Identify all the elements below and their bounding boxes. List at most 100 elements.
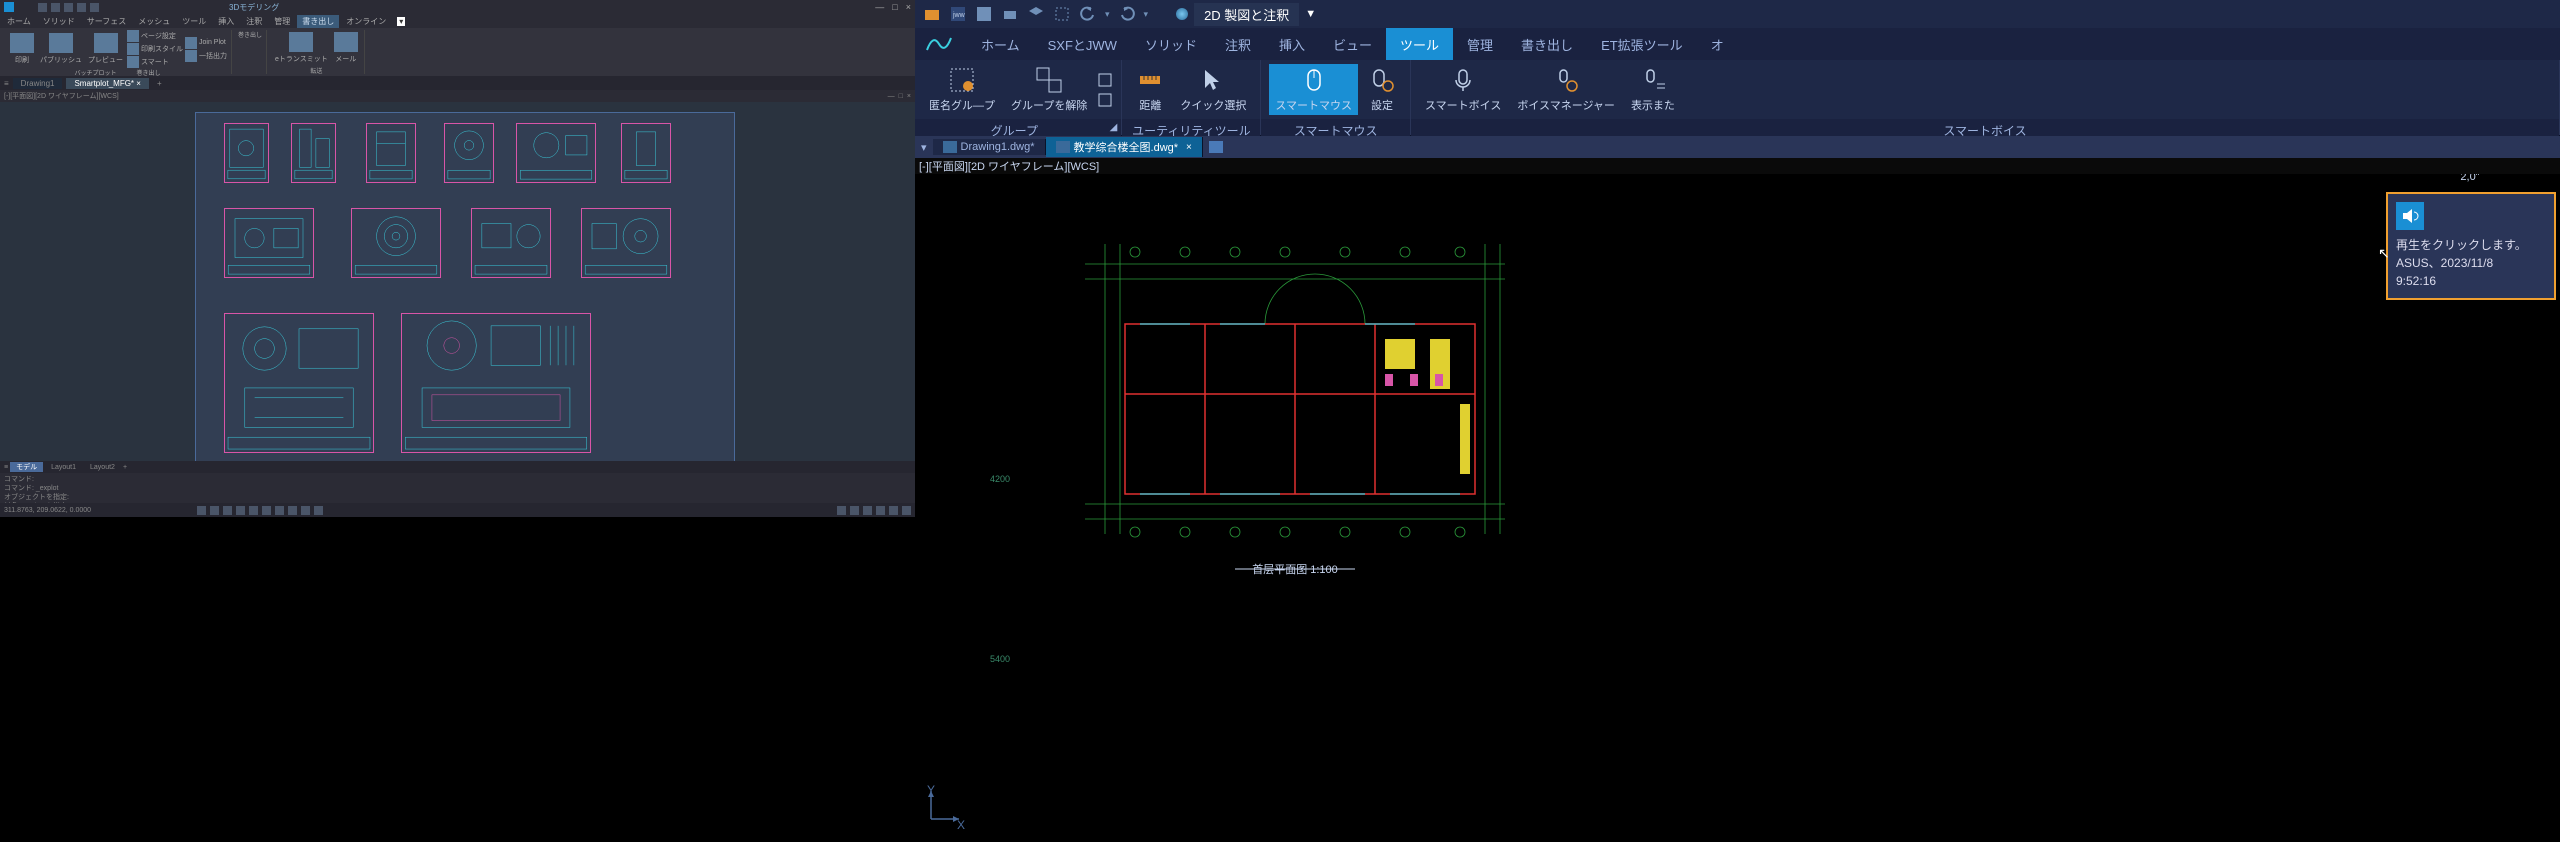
thumb-11[interactable] (224, 313, 374, 453)
osnap-toggle-icon[interactable] (249, 506, 258, 515)
thumb-1[interactable] (224, 123, 269, 183)
rtab-home[interactable]: ホーム (967, 28, 1034, 60)
layout-add-button[interactable]: + (123, 464, 127, 471)
qat-undo-icon[interactable] (77, 3, 86, 12)
menu-manage[interactable]: 管理 (269, 15, 295, 28)
page-setup-button[interactable]: ページ設定 (127, 30, 183, 42)
qat-undo-icon[interactable] (1079, 5, 1097, 23)
tab-add-button[interactable]: + (153, 79, 166, 88)
layout-1[interactable]: Layout1 (45, 464, 82, 471)
rtab-tools[interactable]: ツール (1386, 28, 1453, 60)
menu-insert[interactable]: 挿入 (213, 15, 239, 28)
single-print-button[interactable]: 一括出力 (185, 50, 227, 62)
menu-home[interactable]: ホーム (2, 15, 36, 28)
rtab-export[interactable]: 書き出し (1507, 28, 1587, 60)
tooltip-speaker-icon[interactable] (2396, 202, 2424, 230)
minimize-button[interactable]: — (875, 2, 884, 12)
workspace-icon[interactable] (889, 506, 898, 515)
layout-model[interactable]: モデル (10, 462, 43, 472)
qat-save-icon[interactable] (975, 5, 993, 23)
view-minimize-icon[interactable]: — (888, 93, 895, 100)
menu-online[interactable]: オンライン (341, 15, 391, 28)
group-small-1-icon[interactable] (1097, 72, 1113, 88)
rtab-more[interactable]: オ (1697, 28, 1738, 60)
thumb-3[interactable] (366, 123, 416, 183)
doc-add-button[interactable] (1203, 141, 1229, 153)
rtab-ettools[interactable]: ET拡張ツール (1587, 28, 1697, 60)
rtab-insert[interactable]: 挿入 (1265, 28, 1319, 60)
qat-save-icon[interactable] (64, 3, 73, 12)
voice-show-button[interactable]: 表示また (1625, 64, 1681, 115)
menu-export[interactable]: 書き出し (297, 15, 339, 28)
pan-icon[interactable] (850, 506, 859, 515)
etransmit-button[interactable]: eトランスミット (273, 30, 330, 66)
thumb-12[interactable] (401, 313, 591, 453)
qat-print-icon[interactable] (1001, 5, 1019, 23)
qat-undo-chevron-icon[interactable]: ▾ (1105, 9, 1110, 20)
doc-tab-drawing1[interactable]: Drawing1.dwg* (933, 139, 1046, 155)
qat-jww-icon[interactable]: jww (949, 5, 967, 23)
menu-solid[interactable]: ソリッド (38, 15, 80, 28)
doc-tabs-chevron-icon[interactable]: ▾ (915, 141, 933, 154)
ungroup-button[interactable]: グループを解除 (1005, 64, 1093, 115)
print-button[interactable]: 印刷 (8, 31, 36, 67)
annotation-scale-icon[interactable] (876, 506, 885, 515)
smart-mouse-button[interactable]: スマートマウス (1269, 64, 1358, 115)
dyn-toggle-icon[interactable] (288, 506, 297, 515)
menu-mesh[interactable]: メッシュ (133, 15, 175, 28)
menu-expand-icon[interactable]: ▾ (397, 17, 405, 26)
join-plot-button[interactable]: Join Plot (185, 37, 227, 49)
mail-button[interactable]: メール (332, 30, 360, 66)
thumb-2[interactable] (291, 123, 336, 183)
lwt-toggle-icon[interactable] (275, 506, 284, 515)
menu-annotate[interactable]: 注釈 (241, 15, 267, 28)
polar-toggle-icon[interactable] (236, 506, 245, 515)
rtab-sxf[interactable]: SXFとJWW (1034, 28, 1131, 60)
thumb-6[interactable] (621, 123, 671, 183)
tab-smartplot[interactable]: Smartplot_MFG* × (66, 78, 148, 89)
rtab-solid[interactable]: ソリッド (1131, 28, 1211, 60)
preview-button[interactable]: プレビュー (86, 31, 125, 67)
layout-menu-icon[interactable]: ≡ (4, 464, 8, 471)
doc-tab-building[interactable]: 教学综合楼全图.dwg* × (1046, 137, 1203, 157)
qat-redo-icon[interactable] (90, 3, 99, 12)
zoom-icon[interactable] (837, 506, 846, 515)
thumb-8[interactable] (351, 208, 441, 278)
quick-select-button[interactable]: クイック選択 (1174, 64, 1252, 115)
qat-select-icon[interactable] (1053, 5, 1071, 23)
doc-close-icon[interactable]: × (1186, 142, 1192, 153)
maximize-button[interactable]: □ (892, 2, 897, 12)
thumb-9[interactable] (471, 208, 551, 278)
qat-new-icon[interactable] (38, 3, 47, 12)
grid-toggle-icon[interactable] (210, 506, 219, 515)
otrack-toggle-icon[interactable] (262, 506, 271, 515)
rtab-annotate[interactable]: 注釈 (1211, 28, 1265, 60)
settings-icon[interactable] (902, 506, 911, 515)
close-button[interactable]: × (906, 2, 911, 12)
thumb-7[interactable] (224, 208, 314, 278)
app-logo-icon[interactable] (923, 30, 955, 58)
tab-drawing1[interactable]: Drawing1 (13, 78, 63, 89)
thumb-10[interactable] (581, 208, 671, 278)
rtab-view[interactable]: ビュー (1319, 28, 1386, 60)
left-canvas[interactable]: ▸ (0, 102, 915, 461)
qat-redo-icon[interactable] (1118, 5, 1136, 23)
smart-voice-button[interactable]: スマートボイス (1419, 64, 1507, 115)
menu-tools[interactable]: ツール (177, 15, 211, 28)
rtab-manage[interactable]: 管理 (1453, 28, 1507, 60)
view-close-icon[interactable]: × (907, 93, 911, 100)
qat-folder-icon[interactable] (923, 5, 941, 23)
publish-button[interactable]: パブリッシュ (38, 31, 84, 67)
tabs-menu-icon[interactable]: ≡ (4, 79, 9, 88)
model-toggle-icon[interactable] (301, 506, 310, 515)
distance-button[interactable]: 距離 (1130, 64, 1170, 115)
iso-toggle-icon[interactable] (314, 506, 323, 515)
workspace-switcher[interactable]: 2D 製図と注釈 ▼ (1176, 3, 1316, 26)
group-small-2-icon[interactable] (1097, 92, 1113, 108)
layout-2[interactable]: Layout2 (84, 464, 121, 471)
tab-close-icon[interactable]: × (136, 79, 141, 88)
mouse-settings-button[interactable]: 設定 (1362, 64, 1402, 115)
view-maximize-icon[interactable]: □ (899, 93, 903, 100)
thumb-5[interactable] (516, 123, 596, 183)
smart-block-button[interactable]: スマート (127, 56, 183, 68)
